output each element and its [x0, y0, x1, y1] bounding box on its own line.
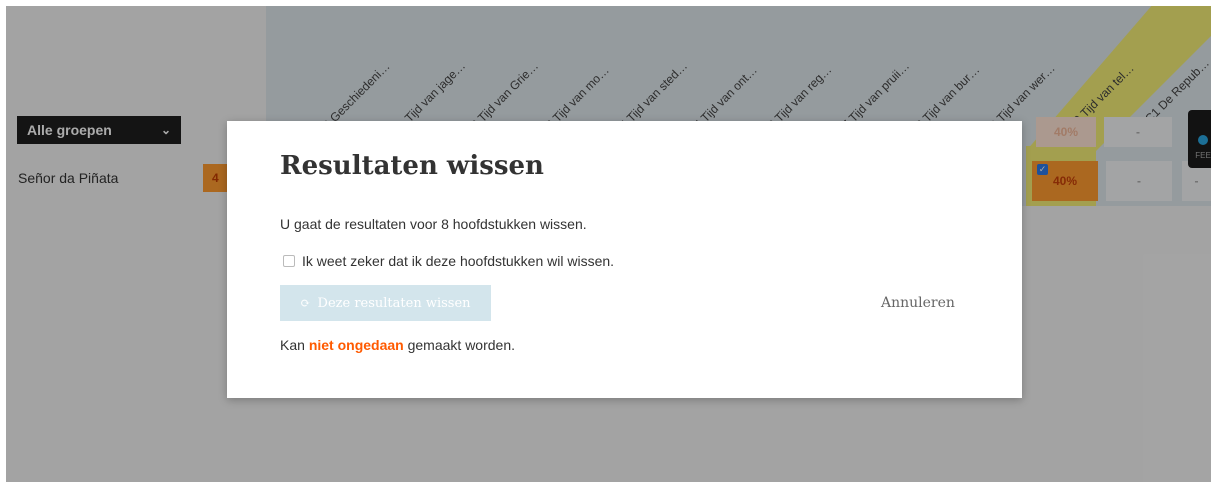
- delete-results-button[interactable]: ⟳ Deze resultaten wissen: [280, 285, 491, 321]
- confirm-checkbox-row[interactable]: Ik weet zeker dat ik deze hoofdstukken w…: [283, 253, 614, 269]
- warning-suffix: gemaakt worden.: [407, 337, 516, 353]
- delete-results-modal: Resultaten wissen U gaat de resultaten v…: [227, 121, 1022, 398]
- warning-emphasis: niet ongedaan: [308, 337, 404, 353]
- warning-prefix: Kan: [280, 337, 305, 353]
- modal-description: U gaat de resultaten voor 8 hoofdstukken…: [280, 216, 587, 232]
- delete-results-button-label: Deze resultaten wissen: [317, 295, 471, 311]
- cancel-link[interactable]: Annuleren: [881, 295, 955, 311]
- modal-title: Resultaten wissen: [280, 151, 544, 181]
- irreversible-warning: Kan niet ongedaan gemaakt worden.: [280, 337, 515, 353]
- app-background: 0 Geschiedeni… 1 Tijd van jage… 2 Tijd v…: [6, 6, 1211, 482]
- refresh-icon: ⟳: [300, 296, 311, 310]
- confirm-checkbox[interactable]: [283, 255, 295, 267]
- confirm-checkbox-label[interactable]: Ik weet zeker dat ik deze hoofdstukken w…: [302, 253, 614, 269]
